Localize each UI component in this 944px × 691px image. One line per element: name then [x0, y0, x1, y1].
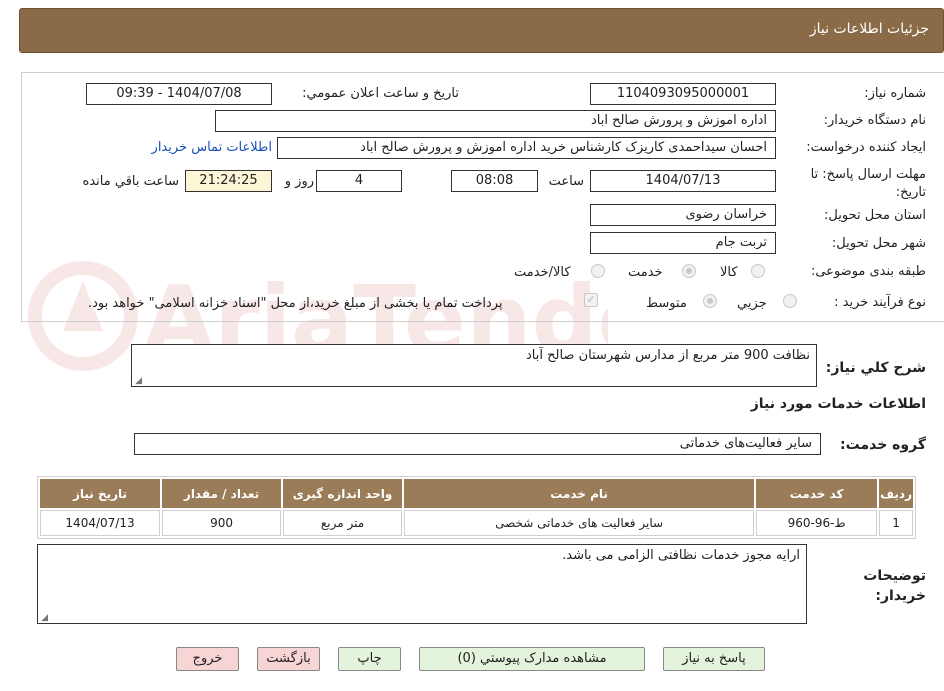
services-info-heading: اطلاعات خدمات مورد نياز	[750, 396, 926, 412]
buyer-org-field: اداره اموزش و پرورش صالح اباد	[215, 110, 776, 132]
view-attachments-button[interactable]: مشاهده مدارک پيوستي (0)	[419, 647, 645, 671]
cell-quantity: 900	[162, 510, 282, 536]
service-group-label: گروه خدمت:	[840, 437, 926, 453]
requester-field: احسان سیداحمدی کاریزک کارشناس خرید اداره…	[277, 137, 776, 159]
buyer-contact-link[interactable]: اطلاعات تماس خريدار	[152, 140, 272, 155]
service-group-field: سایر فعالیت‌های خدماتی	[134, 433, 821, 455]
purchase-option-minor: جزيي	[737, 296, 767, 311]
remaining-label: ساعت باقي مانده	[82, 174, 179, 189]
cell-row-number: 1	[879, 510, 913, 536]
deadline-label: مهلت ارسال پاسخ: تا تاریخ:	[810, 167, 926, 200]
need-number-field: 1104093095000001	[590, 83, 776, 105]
province-label: استان محل تحويل:	[824, 208, 926, 223]
col-header-need-date: تاريخ نياز	[40, 479, 161, 508]
cell-unit: متر مربع	[283, 510, 403, 536]
exit-button[interactable]: خروج	[176, 647, 239, 671]
deadline-date-field: 1404/07/13	[590, 170, 776, 192]
purchase-type-label: نوع فرآيند خريد :	[834, 295, 926, 310]
category-option-service: خدمت	[628, 265, 663, 280]
page-header: جزئیات اطلاعات نیاز	[19, 8, 944, 53]
buyer-notes-text: ارایه مجوز خدمات نظافتی الزامی می باشد.	[562, 548, 800, 563]
summary-label: شرح کلي نياز:	[825, 360, 926, 376]
need-number-label: شماره نیاز:	[864, 86, 926, 101]
day-and-label: روز و	[284, 174, 314, 189]
page-title: جزئیات اطلاعات نیاز	[809, 21, 929, 37]
purchase-radio-medium[interactable]	[703, 294, 717, 308]
city-field: تربت جام	[590, 232, 776, 254]
requester-label: ايجاد کننده درخواست:	[806, 140, 926, 155]
table-row: 1 ط-96-960 سایر فعالیت های خدماتی شخصی م…	[40, 510, 913, 536]
treasury-checkbox[interactable]: ✓	[584, 293, 598, 307]
summary-textarea[interactable]: نظافت 900 متر مربع از مدارس شهرستان صالح…	[131, 344, 817, 387]
cell-service-code: ط-96-960	[756, 510, 878, 536]
hour-label: ساعت	[548, 174, 584, 189]
cell-service-name: سایر فعالیت های خدماتی شخصی	[404, 510, 755, 536]
col-header-service-name: نام خدمت	[404, 479, 755, 508]
announce-datetime-field: 1404/07/08 - 09:39	[86, 83, 272, 105]
print-button[interactable]: چاپ	[338, 647, 401, 671]
category-radio-goods-service[interactable]	[591, 264, 605, 278]
remaining-time-field: 21:24:25	[185, 170, 272, 192]
announce-datetime-label: تاریخ و ساعت اعلان عمومي:	[302, 86, 459, 101]
resize-handle-icon[interactable]: ◢	[40, 614, 48, 623]
deadline-time-field: 08:08	[451, 170, 538, 192]
city-label: شهر محل تحويل:	[831, 236, 926, 251]
buyer-notes-label: توضيحات خريدار:	[863, 568, 926, 604]
col-header-row-number: رديف	[879, 479, 913, 508]
back-button[interactable]: بازگشت	[257, 647, 320, 671]
col-header-unit: واحد اندازه گيری	[283, 479, 403, 508]
services-table: رديف کد خدمت نام خدمت واحد اندازه گيری ت…	[37, 476, 916, 539]
resize-handle-icon[interactable]: ◢	[134, 377, 142, 386]
treasury-text: پرداخت تمام يا بخشی از مبلغ خريد،از محل …	[88, 296, 503, 311]
purchase-radio-minor[interactable]	[783, 294, 797, 308]
table-header-row: رديف کد خدمت نام خدمت واحد اندازه گيری ت…	[40, 479, 913, 508]
buyer-org-label: نام دستگاه خريدار:	[823, 113, 926, 128]
category-radio-goods[interactable]	[751, 264, 765, 278]
summary-text: نظافت 900 متر مربع از مدارس شهرستان صالح…	[526, 348, 810, 363]
category-option-goods-service: کالا/خدمت	[514, 265, 571, 280]
days-field: 4	[316, 170, 402, 192]
reply-button[interactable]: پاسخ به نياز	[663, 647, 765, 671]
buyer-notes-textarea[interactable]: ارایه مجوز خدمات نظافتی الزامی می باشد. …	[37, 544, 807, 624]
purchase-option-medium: متوسط	[646, 296, 687, 311]
category-label: طبقه بندی موضوعی:	[810, 264, 926, 279]
col-header-service-code: کد خدمت	[756, 479, 878, 508]
category-radio-service[interactable]	[682, 264, 696, 278]
category-option-goods: کالا	[720, 265, 738, 280]
cell-need-date: 1404/07/13	[40, 510, 161, 536]
col-header-quantity: تعداد / مقدار	[162, 479, 282, 508]
province-field: خراسان رضوی	[590, 204, 776, 226]
